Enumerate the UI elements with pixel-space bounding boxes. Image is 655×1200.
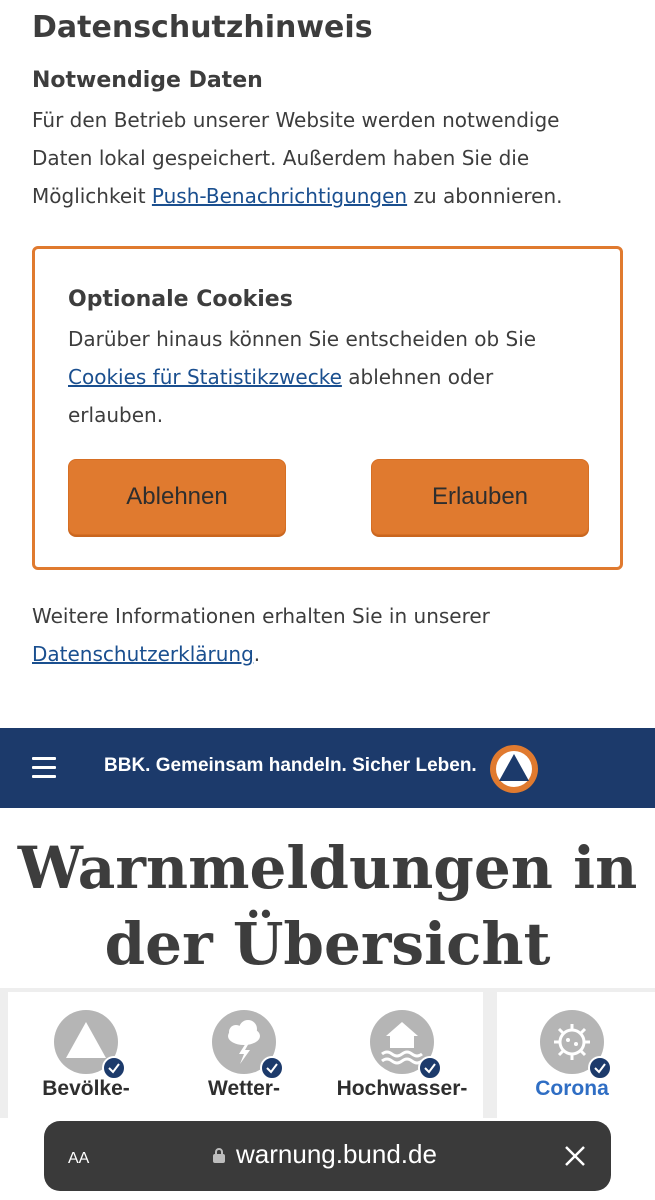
optional-cookies-title: Optionale Cookies	[68, 287, 293, 312]
more-info-text: Weitere Informationen erhalten Sie in un…	[32, 604, 490, 666]
required-data-title: Notwendige Daten	[32, 68, 263, 93]
statistics-cookies-link[interactable]: Cookies für Statistikzwecke	[68, 365, 342, 389]
flood-house-icon[interactable]	[370, 1010, 442, 1080]
bbk-logo-icon[interactable]	[490, 745, 538, 793]
allow-button[interactable]: Erlauben	[371, 459, 589, 535]
close-icon[interactable]	[564, 1145, 586, 1167]
reader-text-size-button[interactable]: AA	[68, 1143, 89, 1169]
privacy-policy-link[interactable]: Datenschutzerklärung	[32, 642, 254, 666]
url-text[interactable]: warnung.bund.de	[236, 1139, 437, 1170]
thunderstorm-icon[interactable]	[212, 1010, 284, 1080]
tile-label-weather[interactable]: Wetter-	[164, 1077, 324, 1101]
page-headline: Warnmeldungen in der Übersicht	[17, 834, 638, 978]
site-slogan: BBK. Gemeinsam handeln. Sicher Leben.	[104, 755, 477, 776]
tile-label-flood[interactable]: Hochwasser-	[322, 1077, 482, 1101]
browser-url-bar[interactable]: AA warnung.bund.de	[44, 1121, 611, 1191]
optional-cookies-box: Optionale Cookies Darüber hinaus können …	[32, 246, 623, 570]
site-navbar: BBK. Gemeinsam handeln. Sicher Leben.	[0, 728, 655, 808]
hamburger-icon[interactable]	[32, 757, 56, 779]
virus-icon[interactable]	[540, 1010, 612, 1080]
tile-label-corona[interactable]: Corona	[492, 1077, 652, 1101]
required-data-text: Für den Betrieb unserer Website werden n…	[32, 108, 563, 208]
tile-label-population[interactable]: Bevölke-	[6, 1077, 166, 1101]
decline-button[interactable]: Ablehnen	[68, 459, 286, 535]
privacy-title: Datenschutzhinweis	[32, 10, 373, 45]
lock-icon	[213, 1148, 225, 1163]
warning-triangle-icon[interactable]	[54, 1010, 126, 1080]
optional-cookies-text: Darüber hinaus können Sie entscheiden ob…	[68, 327, 537, 427]
push-notifications-link[interactable]: Push-Benachrichtigungen	[152, 184, 407, 208]
warning-category-tiles: Bevölke- Wetter- Hochwasser- Corona	[0, 988, 655, 1122]
